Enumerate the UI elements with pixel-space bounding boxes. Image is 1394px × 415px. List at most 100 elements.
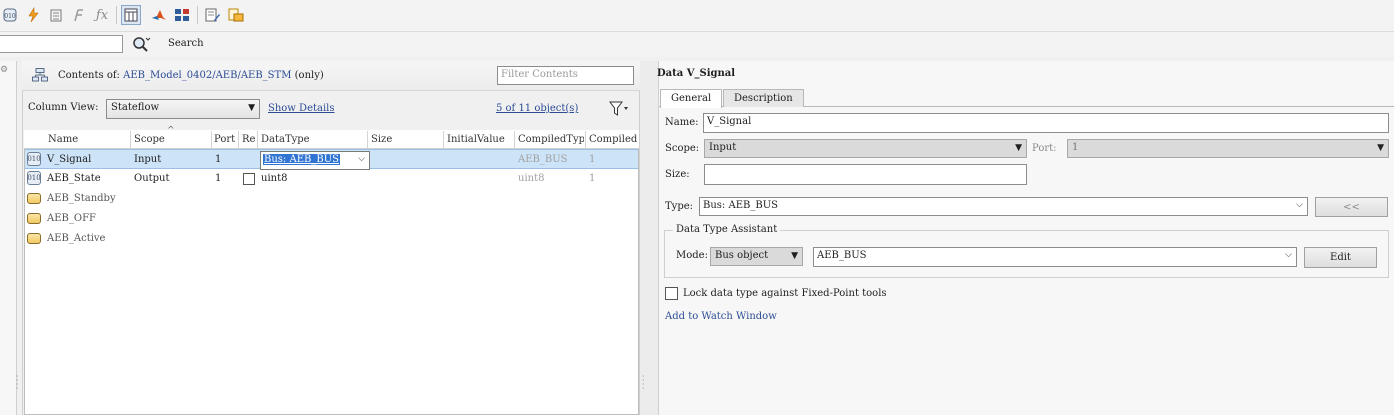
- state-icon: [27, 233, 41, 244]
- col-header-initialvalue[interactable]: InitialValue: [447, 134, 513, 145]
- edit-button[interactable]: Edit: [1304, 247, 1377, 268]
- search-button[interactable]: Search: [168, 38, 204, 49]
- data-icon: 010: [27, 152, 41, 166]
- name-label: Name:: [665, 117, 699, 128]
- svg-text:010: 010: [4, 13, 16, 20]
- pane-splitter[interactable]: [640, 61, 658, 415]
- table-row[interactable]: 010 AEB_State Output 1 uint8 uint8 1: [25, 169, 638, 189]
- col-header-compiledsize[interactable]: CompiledS: [589, 134, 638, 145]
- column-view-label: Column View:: [28, 102, 99, 113]
- lock-datatype-checkbox[interactable]: [665, 287, 678, 300]
- col-header-datatype[interactable]: DataType: [261, 134, 310, 145]
- name-field[interactable]: V_Signal: [703, 113, 1389, 133]
- port-select[interactable]: 1 ▼: [1067, 139, 1389, 158]
- col-header-name[interactable]: Name: [48, 134, 78, 145]
- scope-label: Scope:: [665, 143, 700, 154]
- add-to-watch-link[interactable]: Add to Watch Window: [665, 311, 777, 322]
- pane-gear-icon[interactable]: ⚙: [0, 65, 10, 79]
- row-compiled-size: 1: [589, 173, 596, 184]
- size-field[interactable]: [704, 164, 1027, 185]
- chevron-down-icon: ⌵: [358, 154, 365, 164]
- column-view-select[interactable]: Stateflow ▼: [106, 99, 260, 119]
- row-name: AEB_State: [47, 173, 101, 184]
- search-bar: [0, 32, 1394, 57]
- matlab-icon[interactable]: [149, 5, 169, 25]
- row-compiled-type: AEB_BUS: [518, 154, 568, 165]
- object-count-link[interactable]: 5 of 11 object(s): [496, 103, 578, 114]
- row-name: AEB_Active: [47, 233, 106, 244]
- state-icon: [27, 213, 41, 224]
- contents-suffix: (only): [294, 70, 324, 81]
- chevron-down-icon: ▼: [1015, 143, 1022, 153]
- search-icon[interactable]: [131, 35, 151, 53]
- data-icon: 010: [27, 171, 41, 185]
- tab-general[interactable]: General: [660, 89, 723, 108]
- table-row[interactable]: 010 V_Signal Input 1 Bus: AEB_BUS ⌵ AEB_…: [25, 149, 638, 170]
- column-view-icon[interactable]: [121, 5, 141, 25]
- add-data-icon[interactable]: 010: [0, 5, 20, 25]
- contents-prefix: Contents of:: [58, 70, 120, 81]
- hide-assistant-button[interactable]: <<: [1315, 197, 1388, 217]
- table-row[interactable]: AEB_OFF: [25, 209, 638, 229]
- fx-icon[interactable]: ƒx: [92, 5, 112, 25]
- datatype-combo-value: Bus: AEB_BUS: [263, 154, 340, 165]
- column-view-value: Stateflow: [111, 102, 160, 113]
- table-row[interactable]: AEB_Active: [25, 229, 638, 249]
- chevron-down-icon: ▼: [1377, 143, 1384, 153]
- bus-object-combo[interactable]: AEB_BUS ⌵: [813, 247, 1297, 267]
- layout-icon[interactable]: [172, 5, 192, 25]
- simulink-function-icon[interactable]: [69, 5, 89, 25]
- add-event-icon[interactable]: [23, 5, 43, 25]
- mode-select[interactable]: Bus object ▼: [710, 247, 803, 266]
- search-input[interactable]: [0, 35, 123, 53]
- row-name: AEB_Standby: [47, 193, 116, 204]
- row-name: V_Signal: [47, 154, 92, 165]
- row-name: AEB_OFF: [47, 213, 96, 224]
- data-type-assistant-title: Data Type Assistant: [673, 224, 781, 235]
- contents-of-label: Contents of: AEB_Model_0402/AEB/AEB_STM …: [58, 70, 324, 81]
- col-header-compiledtype[interactable]: CompiledType: [518, 134, 584, 145]
- chevron-down-icon: ▼: [791, 251, 798, 261]
- bus-object-value: AEB_BUS: [817, 250, 867, 261]
- tab-description[interactable]: Description: [723, 89, 804, 107]
- row-compiled-type: uint8: [518, 173, 545, 184]
- col-header-port[interactable]: Port: [214, 134, 236, 145]
- state-icon: [27, 193, 41, 204]
- type-combo[interactable]: Bus: AEB_BUS ⌵: [699, 197, 1308, 216]
- col-header-resolve[interactable]: Re: [242, 134, 255, 145]
- model-hierarchy-pane: [0, 61, 17, 415]
- port-label: Port:: [1032, 143, 1057, 154]
- edit-icon[interactable]: [203, 5, 223, 25]
- left-splitter-grip[interactable]: · · · ·: [16, 373, 19, 393]
- resolve-checkbox[interactable]: [243, 173, 255, 185]
- datatype-combo[interactable]: Bus: AEB_BUS ⌵: [260, 151, 370, 170]
- col-header-scope[interactable]: Scope: [134, 134, 165, 145]
- chevron-down-icon: ▼: [248, 103, 255, 113]
- chevron-down-icon: ⌵: [1285, 250, 1292, 260]
- details-title: Data V_Signal: [657, 68, 736, 79]
- row-datatype[interactable]: uint8: [261, 173, 287, 184]
- filter-contents-input[interactable]: Filter Contents: [497, 66, 634, 85]
- mode-label: Mode:: [676, 250, 708, 261]
- scope-select[interactable]: Input ▼: [704, 139, 1027, 158]
- show-details-link[interactable]: Show Details: [268, 103, 335, 114]
- row-scope[interactable]: Input: [134, 154, 161, 165]
- filter-funnel-icon[interactable]: [609, 100, 631, 118]
- type-value: Bus: AEB_BUS: [703, 200, 778, 211]
- contents-path-link[interactable]: AEB_Model_0402/AEB/AEB_STM: [123, 70, 291, 81]
- lock-datatype-label[interactable]: Lock data type against Fixed-Point tools: [683, 288, 887, 299]
- mode-value: Bus object: [715, 250, 769, 261]
- model-icon: [32, 68, 48, 82]
- row-port[interactable]: 1: [215, 154, 221, 165]
- scope-value: Input: [709, 142, 737, 153]
- report-icon[interactable]: [226, 5, 246, 25]
- row-compiled-size: 1: [589, 154, 596, 165]
- port-value: 1: [1072, 142, 1079, 153]
- add-message-icon[interactable]: [46, 5, 66, 25]
- row-scope[interactable]: Output: [134, 173, 170, 184]
- chevron-down-icon: ⌵: [1296, 200, 1303, 210]
- table-row[interactable]: AEB_Standby: [25, 189, 638, 209]
- row-port[interactable]: 1: [215, 173, 221, 184]
- splitter-grip[interactable]: · · · ·: [642, 373, 645, 393]
- col-header-size[interactable]: Size: [371, 134, 392, 145]
